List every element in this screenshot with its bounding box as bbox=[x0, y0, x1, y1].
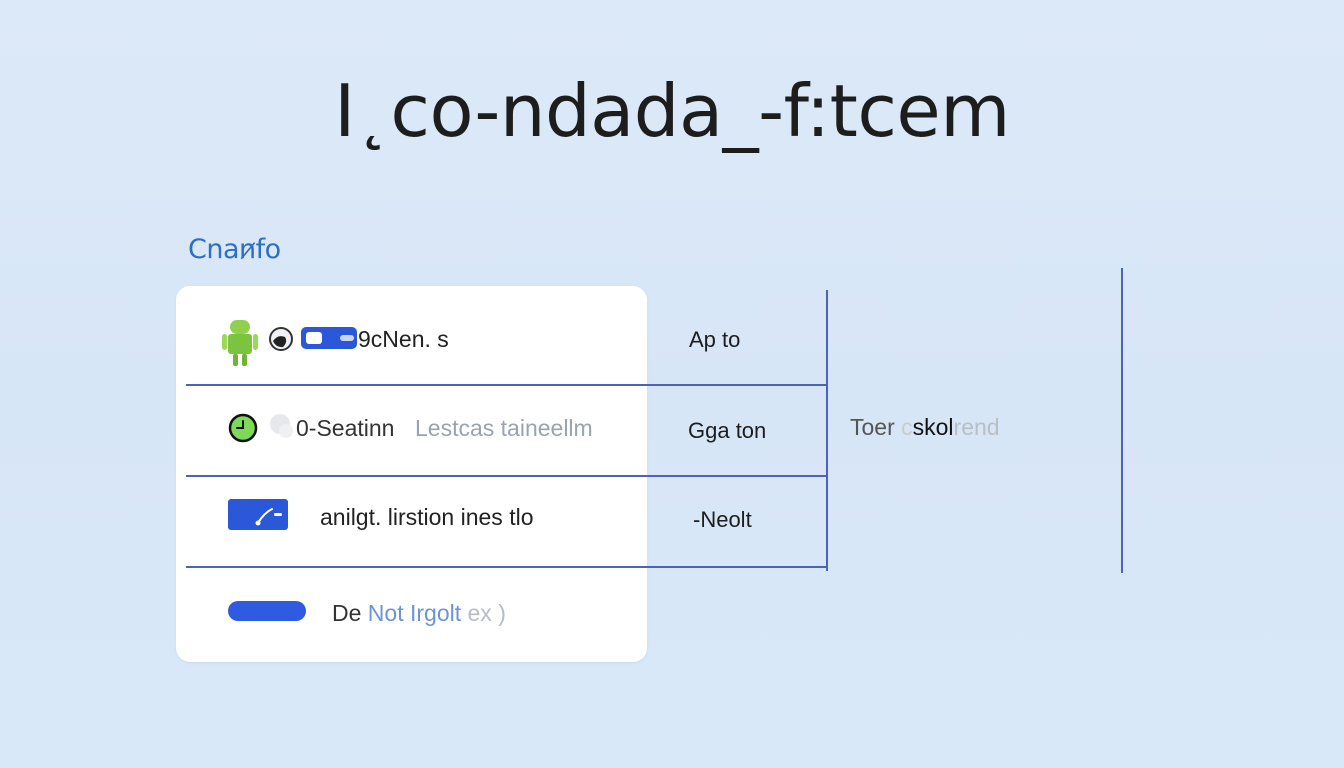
android-robot-icon bbox=[222, 320, 258, 366]
page-title: I˛co-ndada_-f:tcem bbox=[334, 69, 1010, 153]
panel-divider bbox=[1121, 268, 1123, 573]
side-text-part: Toer bbox=[850, 414, 895, 440]
section-label: Cnan̷fo bbox=[188, 234, 281, 265]
row-label: De Not Irgolt ex ) bbox=[332, 600, 506, 627]
row-label: 0-Seatinn bbox=[296, 415, 395, 441]
side-text-part: c bbox=[894, 414, 913, 440]
app-screen: I˛co-ndada_-f:tcem Cnan̷fo 9cNen. s Ap t… bbox=[0, 0, 1344, 768]
toggle-switch-icon[interactable] bbox=[300, 326, 358, 350]
row-label: 9cNen. s bbox=[358, 326, 449, 352]
clock-icon bbox=[228, 413, 258, 443]
folder-link-icon bbox=[228, 499, 288, 530]
list-item[interactable]: De Not Irgolt ex ) bbox=[186, 567, 827, 661]
progress-bar-icon bbox=[228, 601, 306, 621]
cloud-icon bbox=[270, 414, 293, 438]
side-text-part: skol bbox=[912, 414, 954, 440]
row-label-dark: De bbox=[332, 600, 362, 626]
row-status: Ap to bbox=[689, 327, 741, 352]
row-status: Gga ton bbox=[688, 418, 767, 443]
row-status: -Neolt bbox=[693, 507, 752, 532]
row-label-faded: Lestcas taineellm bbox=[415, 415, 593, 441]
side-text-part: rend bbox=[953, 414, 1000, 440]
globe-icon bbox=[269, 327, 293, 351]
row-label-faded: ex ) bbox=[467, 600, 506, 626]
side-panel-text: Toer cskolrend bbox=[850, 414, 1000, 441]
row-label-accent: Not Irgolt bbox=[367, 600, 462, 626]
row-label: anilgt. lirstion ines tlo bbox=[320, 504, 534, 530]
